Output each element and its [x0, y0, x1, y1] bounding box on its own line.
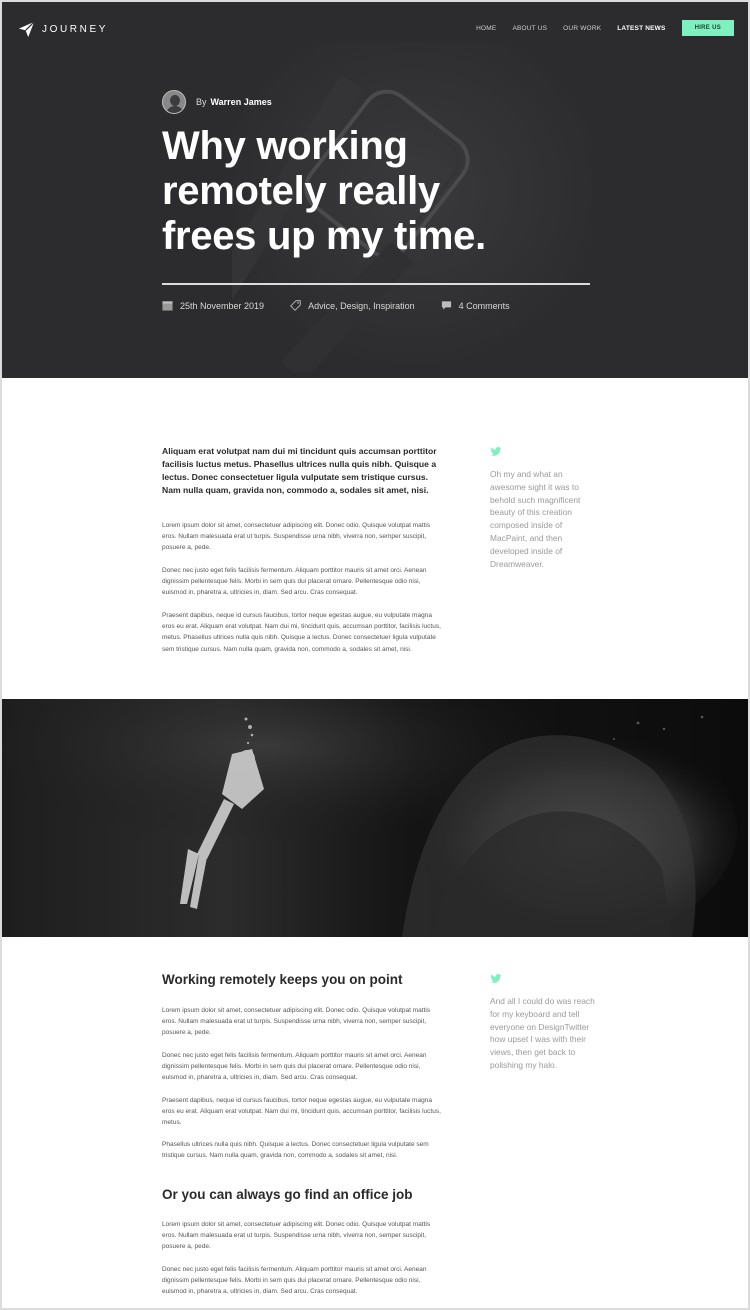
diver-underwater-photo	[2, 699, 748, 937]
brand-name: JOURNEY	[42, 24, 108, 35]
post-categories: Advice, Design, Inspiration	[290, 300, 415, 311]
section-paragraph: Donec nec justo eget felis facilisis fer…	[162, 1052, 427, 1082]
post-comments[interactable]: 4 Comments	[441, 300, 510, 311]
tweet-text: And all I could do was reach for my keyb…	[490, 996, 595, 1070]
paper-plane-icon	[18, 21, 35, 38]
intro-paragraph: Donec nec justo eget felis facilisis fer…	[162, 567, 427, 597]
page-frame: JOURNEY HOME ABOUT US OUR WORK LATEST NE…	[0, 0, 750, 1310]
twitter-bird-icon[interactable]	[490, 447, 502, 457]
top-nav: JOURNEY HOME ABOUT US OUR WORK LATEST NE…	[2, 2, 748, 58]
section-paragraph: Praesent dapibus, neque id cursus faucib…	[162, 1097, 441, 1127]
section-paragraph: Lorem ipsum dolor sit amet, consectetuer…	[162, 1221, 431, 1251]
hero: JOURNEY HOME ABOUT US OUR WORK LATEST NE…	[2, 2, 748, 378]
brand-logo[interactable]: JOURNEY	[18, 21, 108, 38]
post-author: By Warren James	[162, 90, 272, 114]
intro-lead-paragraph: Aliquam erat volutpat nam dui mi tincidu…	[162, 446, 437, 495]
calendar-icon	[162, 301, 173, 311]
hire-us-button[interactable]: HIRE US	[681, 20, 734, 36]
post-comments-text: 4 Comments	[458, 300, 510, 311]
title-divider	[162, 283, 590, 285]
section-paragraph: Phasellus ultrices nulla quis nibh. Quis…	[162, 1141, 429, 1160]
author-name[interactable]: Warren James	[211, 97, 272, 107]
twitter-bird-icon[interactable]	[490, 974, 502, 984]
avatar-head-shape	[170, 95, 180, 106]
speech-bubble-icon	[441, 301, 451, 310]
intro-paragraph: Praesent dapibus, neque id cursus faucib…	[162, 612, 441, 653]
post-title: Why working remotely really frees up my …	[162, 124, 486, 258]
nav-item-our-work[interactable]: OUR WORK	[563, 25, 601, 32]
main-menu: HOME ABOUT US OUR WORK LATEST NEWS HIRE …	[476, 20, 734, 36]
section-heading: Or you can always go find an office job	[162, 1187, 413, 1202]
post-categories-text[interactable]: Advice, Design, Inspiration	[308, 301, 415, 311]
post-date: 25th November 2019	[162, 300, 264, 311]
avatar-body-shape	[166, 106, 184, 113]
section-paragraph: Lorem ipsum dolor sit amet, consectetuer…	[162, 1007, 431, 1037]
nav-item-home[interactable]: HOME	[476, 25, 496, 32]
post-meta: 25th November 2019 Advice, Design, Inspi…	[162, 300, 536, 311]
section-heading: Working remotely keeps you on point	[162, 972, 403, 987]
tweet-quote: Oh my and what an awesome sight it was t…	[490, 447, 596, 570]
post-date-text: 25th November 2019	[180, 300, 265, 311]
tweet-text: Oh my and what an awesome sight it was t…	[490, 469, 581, 569]
nav-item-about-us[interactable]: ABOUT US	[512, 25, 547, 32]
tweet-quote: And all I could do was reach for my keyb…	[490, 974, 596, 1072]
section-paragraph: Donec nec justo eget felis facilisis fer…	[162, 1266, 427, 1296]
intro-paragraph: Lorem ipsum dolor sit amet, consectetuer…	[162, 522, 431, 552]
author-prefix: By	[196, 97, 207, 107]
tag-icon	[290, 300, 301, 311]
nav-item-latest-news[interactable]: LATEST NEWS	[617, 25, 665, 32]
avatar[interactable]	[162, 90, 186, 114]
